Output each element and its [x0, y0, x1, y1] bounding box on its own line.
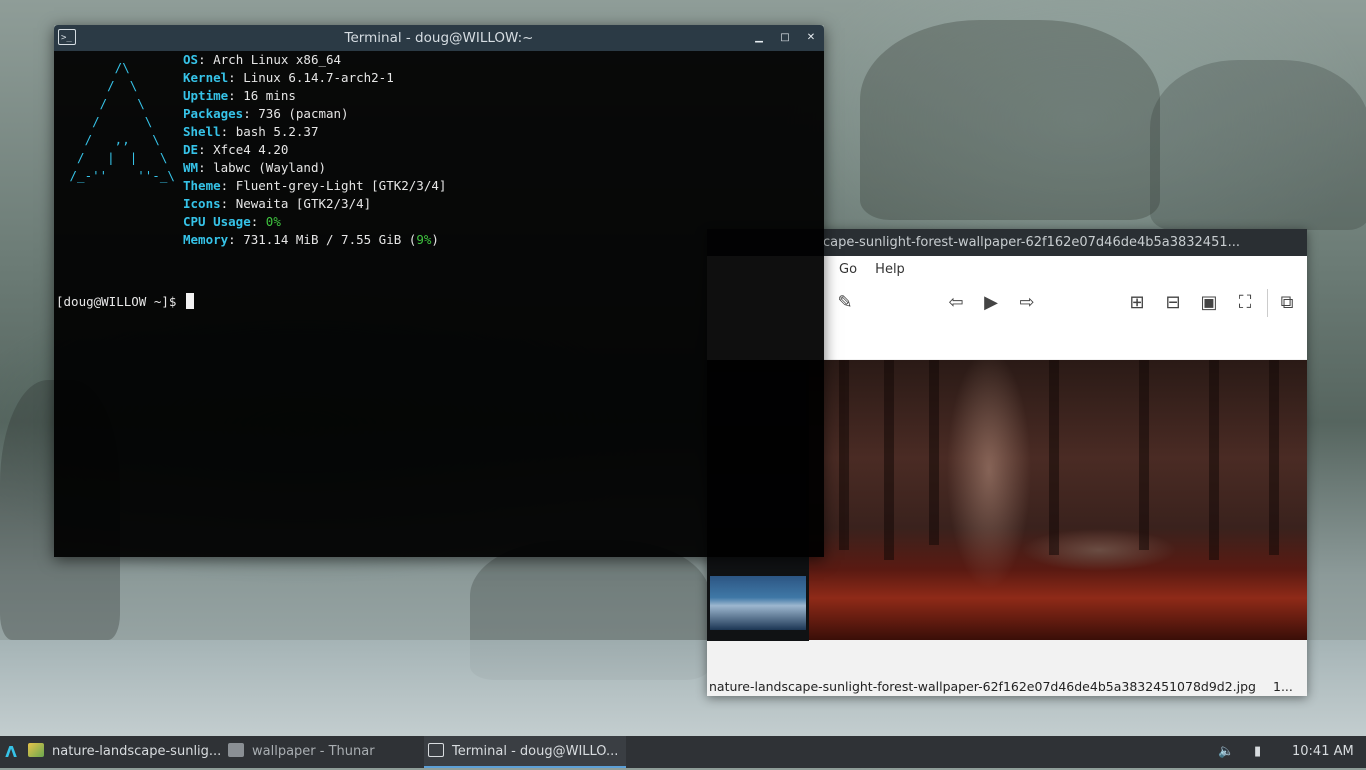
- task-label: nature-landscape-sunlig...: [52, 744, 222, 759]
- fetch-key: DE: [183, 142, 199, 157]
- viewer-title: cape-sunlight-forest-wallpaper-62f162e07…: [823, 235, 1241, 250]
- viewer-statusbar: nature-landscape-sunlight-forest-wallpap…: [707, 677, 1307, 696]
- main-image: [809, 360, 1307, 640]
- terminal-body[interactable]: /\ / \ / \ / \ / ,, \ / | | \ /_-'' ''-_…: [54, 51, 824, 557]
- fetch-value: : Arch Linux x86_64: [198, 52, 342, 67]
- fetch-key: Shell: [183, 124, 221, 139]
- clock[interactable]: 10:41 AM: [1292, 736, 1354, 768]
- fetch-key: Packages: [183, 106, 244, 121]
- fetch-line-theme: Theme: Fluent-grey-Light [GTK2/3/4]: [183, 177, 446, 195]
- fetch-value: : bash 5.2.37: [220, 124, 319, 139]
- shell-prompt[interactable]: [doug@WILLOW ~]$: [56, 293, 194, 311]
- tree-trunk: [929, 360, 939, 545]
- fetch-value: : labwc (Wayland): [198, 160, 326, 175]
- volume-icon[interactable]: 🔈: [1218, 736, 1234, 768]
- fetch-line-os: OS: Arch Linux x86_64: [183, 51, 446, 69]
- image-viewer-icon: [28, 743, 44, 757]
- fetch-value: : 731.14 MiB / 7.55 GiB (: [228, 232, 417, 247]
- fetch-line-de: DE: Xfce4 4.20: [183, 141, 446, 159]
- fetch-highlight: 0%: [265, 214, 281, 229]
- fetch-line-icons: Icons: Newaita [GTK2/3/4]: [183, 195, 446, 213]
- tree-trunk: [1269, 360, 1279, 555]
- prompt-text: [doug@WILLOW ~]$: [56, 294, 184, 309]
- tree-trunk: [1049, 360, 1059, 555]
- task-label: wallpaper - Thunar: [252, 744, 375, 759]
- fetch-value: : Linux 6.14.7-arch2-1: [228, 70, 394, 85]
- fetch-line-shell: Shell: bash 5.2.37: [183, 123, 446, 141]
- next-icon[interactable]: ⇨: [1015, 291, 1039, 315]
- fetch-key: Icons: [183, 196, 221, 211]
- fetch-line-wm: WM: labwc (Wayland): [183, 159, 446, 177]
- tree-trunk: [1209, 360, 1219, 560]
- fetch-key: WM: [183, 160, 199, 175]
- fetch-value: :: [250, 214, 266, 229]
- minimize-button[interactable]: ▁: [750, 29, 768, 47]
- fetch-value: : 16 mins: [228, 88, 296, 103]
- thumbnail-item[interactable]: [710, 576, 806, 630]
- fetch-key: Theme: [183, 178, 221, 193]
- tree-silhouette: [860, 20, 1160, 220]
- fullscreen-icon[interactable]: ⧉: [1275, 291, 1299, 315]
- edit-icon[interactable]: ✎: [833, 291, 857, 315]
- fetch-line-uptime: Uptime: 16 mins: [183, 87, 446, 105]
- fetch-value: : 736 (pacman): [243, 106, 349, 121]
- play-icon[interactable]: ▶: [979, 291, 1003, 315]
- text-cursor: [185, 293, 194, 309]
- task-terminal[interactable]: Terminal - doug@WILLO...: [424, 736, 626, 768]
- zoom-in-icon[interactable]: ⊞: [1125, 291, 1149, 315]
- menu-help[interactable]: Help: [875, 256, 905, 283]
- status-extra: 1...: [1273, 679, 1293, 694]
- battery-icon[interactable]: ▮: [1254, 736, 1261, 768]
- task-image-viewer[interactable]: nature-landscape-sunlig...: [28, 736, 224, 768]
- fetch-key: CPU Usage: [183, 214, 251, 229]
- close-button[interactable]: ✕: [802, 29, 820, 47]
- zoom-fit-icon[interactable]: ▣: [1197, 291, 1221, 315]
- terminal-window[interactable]: >_ Terminal - doug@WILLOW:~ ▁ □ ✕ /\ / \…: [54, 25, 824, 557]
- task-thunar[interactable]: wallpaper - Thunar: [228, 736, 418, 768]
- fetch-line-memory: Memory: 731.14 MiB / 7.55 GiB (9%): [183, 231, 446, 249]
- file-manager-icon: [228, 743, 244, 757]
- tree-trunk: [884, 360, 894, 560]
- tree-trunk: [1139, 360, 1149, 550]
- menu-go[interactable]: Go: [839, 256, 857, 283]
- fetch-key: Uptime: [183, 88, 229, 103]
- tree-silhouette: [1150, 60, 1366, 230]
- tree-trunk: [839, 360, 849, 550]
- terminal-title: Terminal - doug@WILLOW:~: [344, 30, 534, 46]
- toolbar-separator: [1267, 289, 1268, 317]
- task-label: Terminal - doug@WILLO...: [452, 744, 619, 759]
- app-launcher-button[interactable]: Λ: [0, 736, 22, 768]
- maximize-button[interactable]: □: [776, 29, 794, 47]
- arch-logo-icon: Λ: [5, 743, 17, 761]
- fetch-value: : Newaita [GTK2/3/4]: [220, 196, 372, 211]
- zoom-100-icon[interactable]: ⛶: [1233, 291, 1257, 315]
- terminal-titlebar[interactable]: >_ Terminal - doug@WILLOW:~ ▁ □ ✕: [54, 25, 824, 51]
- previous-icon[interactable]: ⇦: [944, 291, 968, 315]
- zoom-out-icon[interactable]: ⊟: [1161, 291, 1185, 315]
- fetch-tail: ): [431, 232, 439, 247]
- fetch-line-cpu: CPU Usage: 0%: [183, 213, 446, 231]
- taskbar: Λ nature-landscape-sunlig... wallpaper -…: [0, 736, 1366, 768]
- fetch-value: : Xfce4 4.20: [198, 142, 289, 157]
- fetch-line-packages: Packages: 736 (pacman): [183, 105, 446, 123]
- fetch-key: Kernel: [183, 70, 229, 85]
- fetch-info: OS: Arch Linux x86_64 Kernel: Linux 6.14…: [183, 51, 446, 249]
- fetch-key: Memory: [183, 232, 229, 247]
- fetch-value: : Fluent-grey-Light [GTK2/3/4]: [220, 178, 447, 193]
- terminal-icon: [428, 743, 444, 757]
- arch-ascii-logo: /\ / \ / \ / \ / ,, \ / | | \ /_-'' ''-_…: [69, 60, 175, 183]
- fetch-highlight: 9%: [416, 232, 432, 247]
- fetch-line-kernel: Kernel: Linux 6.14.7-arch2-1: [183, 69, 446, 87]
- status-filename: nature-landscape-sunlight-forest-wallpap…: [709, 679, 1256, 694]
- fetch-key: OS: [183, 52, 199, 67]
